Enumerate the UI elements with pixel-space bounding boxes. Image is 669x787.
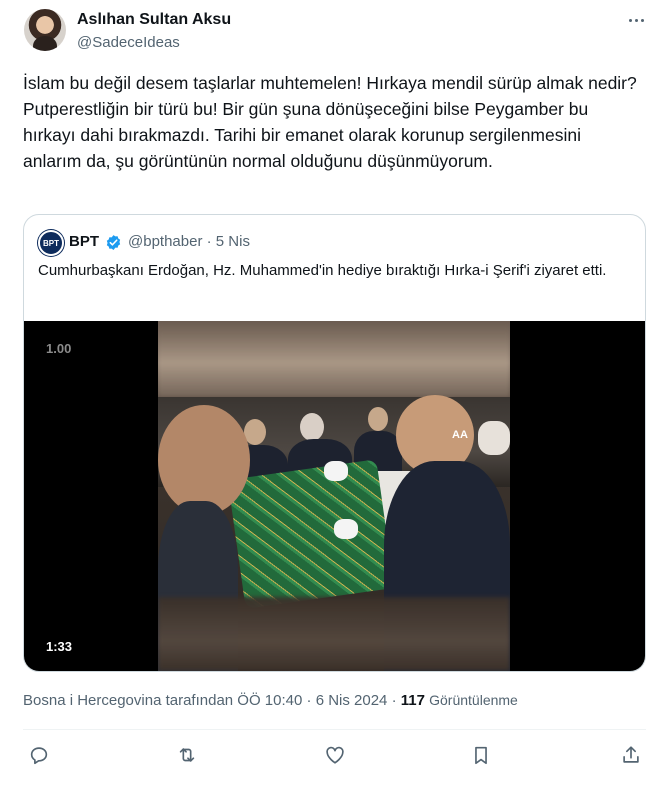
action-bar: [26, 742, 646, 768]
quote-meta: @bpthaber · 5 Nis: [128, 232, 250, 252]
share-icon: [623, 746, 639, 763]
views-count: 117: [400, 692, 425, 709]
video-frame: AA: [158, 321, 510, 671]
playback-rate[interactable]: 1.00: [46, 341, 71, 356]
tweet-meta: Bosna i Hercegovina tarafından ÖÖ 10:40 …: [23, 690, 518, 711]
quote-author-handle[interactable]: @bpthaber: [128, 233, 202, 250]
video-duration: 1:33: [46, 639, 73, 654]
quote-author-name[interactable]: BPT: [69, 232, 99, 252]
like-button[interactable]: [322, 742, 348, 768]
bookmark-button[interactable]: [468, 742, 494, 768]
author-name[interactable]: Aslıhan Sultan Aksu: [77, 10, 231, 30]
verified-badge-icon: [106, 235, 121, 250]
tweet-date[interactable]: 6 Nis 2024: [316, 692, 388, 709]
divider: [23, 729, 646, 730]
retweet-button[interactable]: [174, 742, 200, 768]
tweet-timestamp[interactable]: Bosna i Hercegovina tarafından ÖÖ 10:40: [23, 692, 302, 709]
author-handle[interactable]: @SadeceIdeas: [77, 33, 180, 53]
quote-separator: ·: [206, 233, 212, 250]
bookmark-icon: [475, 746, 487, 765]
views-label: Görüntülenme: [429, 692, 518, 708]
reply-icon: [30, 747, 48, 765]
tweet-text: İslam bu değil desem taşlarlar muhtemele…: [23, 73, 637, 171]
tweet: Aslıhan Sultan Aksu @SadeceIdeas İslam b…: [0, 0, 669, 787]
author-avatar[interactable]: [24, 9, 66, 51]
video-player[interactable]: AA 1.00 1:33: [24, 321, 645, 671]
quoted-tweet[interactable]: BPT BPT @bpthaber · 5 Nis Cumhurbaşkanı …: [23, 214, 646, 672]
share-button[interactable]: [618, 742, 644, 768]
reply-button[interactable]: [26, 742, 52, 768]
retweet-icon: [179, 748, 195, 762]
more-icon[interactable]: [622, 9, 650, 31]
video-watermark: AA: [452, 429, 468, 441]
like-icon: [326, 746, 344, 764]
meta-separator-2: ·: [391, 692, 397, 709]
quote-text: Cumhurbaşkanı Erdoğan, Hz. Muhammed'in h…: [38, 262, 607, 279]
quote-avatar[interactable]: BPT: [38, 230, 64, 256]
quote-date[interactable]: 5 Nis: [216, 233, 250, 250]
meta-separator: ·: [306, 692, 312, 709]
